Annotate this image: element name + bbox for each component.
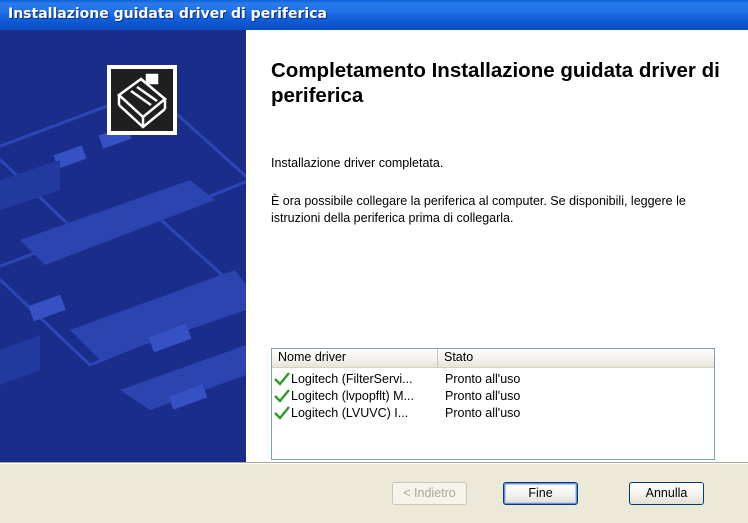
checkmark-icon (274, 406, 290, 425)
page-title: Completamento Installazione guidata driv… (271, 59, 720, 107)
title-bar[interactable]: Installazione guidata driver di periferi… (0, 0, 748, 30)
button-bar: < Indietro Fine Annulla (0, 464, 748, 523)
driver-name: Logitech (lvpopflt) M... (291, 389, 414, 403)
driver-status: Pronto all'uso (445, 372, 521, 386)
list-item[interactable]: Logitech (FilterServi... Pronto all'uso (272, 370, 714, 388)
back-button[interactable]: < Indietro (392, 482, 467, 505)
column-header-name[interactable]: Nome driver (272, 349, 438, 367)
list-item[interactable]: Logitech (lvpopflt) M... Pronto all'uso (272, 387, 714, 405)
driver-list-header: Nome driver Stato (272, 349, 714, 368)
cancel-button[interactable]: Annulla (629, 482, 704, 505)
window-title: Installazione guidata driver di periferi… (8, 6, 327, 22)
driver-list[interactable]: Nome driver Stato Logitech (FilterServi.… (271, 348, 715, 460)
wizard-content: Completamento Installazione guidata driv… (246, 30, 748, 462)
hardware-wizard-icon (107, 65, 177, 135)
driver-name: Logitech (FilterServi... (291, 372, 413, 386)
status-text: Installazione driver completata. (271, 156, 444, 170)
driver-name: Logitech (LVUVC) I... (291, 406, 409, 420)
column-header-status[interactable]: Stato (438, 349, 714, 367)
driver-status: Pronto all'uso (445, 389, 521, 403)
list-item[interactable]: Logitech (LVUVC) I... Pronto all'uso (272, 404, 714, 422)
driver-status: Pronto all'uso (445, 406, 521, 420)
wizard-banner (0, 30, 246, 462)
finish-button[interactable]: Fine (503, 482, 578, 505)
instruction-text: È ora possibile collegare la periferica … (271, 194, 686, 225)
